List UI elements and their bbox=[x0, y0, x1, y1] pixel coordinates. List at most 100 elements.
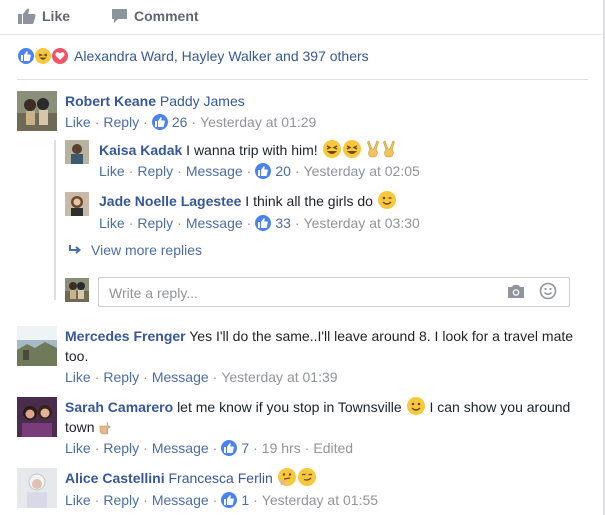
dot-separator: · bbox=[253, 492, 258, 508]
like-link[interactable]: Like bbox=[99, 163, 125, 179]
timestamp[interactable]: Yesterday at 02:05 bbox=[304, 163, 420, 179]
post-action-bar: Like Comment bbox=[0, 0, 605, 35]
dot-separator: · bbox=[294, 215, 300, 231]
like-action-label: Like bbox=[42, 8, 71, 24]
like-link[interactable]: Like bbox=[65, 492, 91, 508]
like-link[interactable]: Like bbox=[65, 440, 91, 456]
tagged-name[interactable]: Paddy James bbox=[160, 93, 245, 109]
view-more-replies-label: View more replies bbox=[91, 242, 203, 258]
timestamp[interactable]: 19 hrs bbox=[262, 440, 301, 456]
reply-link[interactable]: Reply bbox=[103, 440, 139, 456]
message-link[interactable]: Message bbox=[152, 369, 209, 385]
smiling-emoji-icon bbox=[406, 397, 425, 415]
dot-separator: · bbox=[177, 163, 182, 179]
comment-author[interactable]: Mercedes Frenger bbox=[65, 328, 186, 344]
dot-separator: · bbox=[94, 114, 100, 130]
message-link[interactable]: Message bbox=[152, 492, 209, 508]
avatar[interactable] bbox=[17, 91, 57, 131]
divider bbox=[17, 79, 588, 80]
comment-bubble-icon bbox=[112, 9, 127, 23]
comment-meta: Like · Reply · Message · 20 · Yesterday … bbox=[99, 163, 420, 179]
comment-text-line: Kaisa Kadak I wanna trip with him! bbox=[99, 140, 397, 163]
edited-label[interactable]: Edited bbox=[313, 440, 353, 456]
like-count-value: 7 bbox=[241, 440, 250, 456]
avatar[interactable] bbox=[17, 397, 57, 437]
reply-arrow-icon bbox=[69, 245, 82, 254]
reply-composer bbox=[98, 277, 570, 307]
timestamp[interactable]: Yesterday at 03:30 bbox=[304, 215, 420, 231]
laughing-emoji-icon bbox=[342, 140, 361, 158]
like-count-value: 1 bbox=[241, 492, 250, 508]
tagged-name[interactable]: Francesca Ferlin bbox=[168, 470, 272, 486]
avatar[interactable] bbox=[65, 140, 89, 164]
reply-link[interactable]: Reply bbox=[103, 369, 139, 385]
timestamp[interactable]: Yesterday at 01:55 bbox=[262, 492, 378, 508]
winking-emoji-icon bbox=[377, 191, 396, 209]
laughing-emoji-icon bbox=[322, 140, 341, 158]
dot-separator: · bbox=[128, 163, 134, 179]
like-count-value: 33 bbox=[275, 215, 291, 231]
avatar[interactable] bbox=[17, 326, 57, 366]
reply-link[interactable]: Reply bbox=[103, 492, 139, 508]
like-badge-icon bbox=[151, 114, 168, 130]
avatar[interactable] bbox=[17, 468, 57, 508]
comment-text: I think all the girls do bbox=[245, 193, 373, 209]
message-link[interactable]: Message bbox=[186, 215, 243, 231]
reactions-names-link[interactable]: Alexandra Ward, Hayley Walker and 397 ot… bbox=[74, 48, 369, 64]
dot-separator: · bbox=[212, 440, 218, 456]
like-badge-icon bbox=[255, 215, 272, 231]
view-more-replies-link[interactable]: View more replies bbox=[68, 242, 202, 258]
comment-text-line: Robert Keane Paddy James bbox=[65, 91, 245, 111]
comment-author[interactable]: Sarah Camarero bbox=[65, 399, 173, 415]
like-badge-icon bbox=[221, 440, 238, 456]
like-badge-icon bbox=[255, 163, 272, 179]
pointing-hand-icon bbox=[99, 419, 117, 440]
message-link[interactable]: Message bbox=[186, 163, 243, 179]
victory-hand-icon bbox=[382, 140, 396, 163]
dot-separator: · bbox=[304, 440, 310, 456]
camera-icon[interactable] bbox=[507, 283, 525, 302]
like-count-value: 20 bbox=[275, 163, 291, 179]
comment-meta: Like · Reply · Message · 33 · Yesterday … bbox=[99, 215, 420, 231]
timestamp[interactable]: Yesterday at 01:29 bbox=[200, 114, 316, 130]
comment-text-line: Jade Noelle Lagestee I think all the gir… bbox=[99, 191, 397, 211]
comment-action-label: Comment bbox=[134, 8, 199, 24]
like-count-value: 26 bbox=[171, 114, 188, 130]
comment-author[interactable]: Jade Noelle Lagestee bbox=[99, 193, 241, 209]
like-count[interactable]: 20 bbox=[255, 163, 291, 179]
emoji-picker-icon[interactable] bbox=[539, 282, 557, 303]
thinking-emoji-icon bbox=[277, 468, 296, 486]
dot-separator: · bbox=[143, 492, 148, 508]
like-count[interactable]: 7 bbox=[221, 440, 249, 456]
dot-separator: · bbox=[143, 369, 148, 385]
comment-author[interactable]: Robert Keane bbox=[65, 93, 156, 109]
like-reaction-icon bbox=[17, 47, 35, 65]
like-link[interactable]: Like bbox=[65, 369, 91, 385]
timestamp[interactable]: Yesterday at 01:39 bbox=[221, 369, 337, 385]
comment-author[interactable]: Alice Castellini bbox=[65, 470, 165, 486]
like-count[interactable]: 1 bbox=[221, 492, 249, 508]
like-count[interactable]: 26 bbox=[151, 114, 188, 130]
like-link[interactable]: Like bbox=[65, 114, 91, 130]
reply-link[interactable]: Reply bbox=[103, 114, 139, 130]
comment-meta: Like · Reply · Message · 1 · Yesterday a… bbox=[65, 492, 378, 508]
comment-author[interactable]: Kaisa Kadak bbox=[99, 142, 182, 158]
reply-thread-line bbox=[54, 140, 56, 300]
comment-text: let me know if you stop in Townsville bbox=[177, 399, 402, 415]
reply-input[interactable] bbox=[107, 282, 491, 304]
reply-link[interactable]: Reply bbox=[137, 163, 173, 179]
comment-meta: Like · Reply · Message · 7 · 19 hrs · Ed… bbox=[65, 440, 353, 456]
current-user-avatar bbox=[65, 278, 89, 302]
dot-separator: · bbox=[212, 492, 218, 508]
comment-action-button[interactable]: Comment bbox=[111, 8, 199, 24]
like-count[interactable]: 33 bbox=[255, 215, 291, 231]
victory-hand-icon bbox=[366, 140, 380, 163]
like-action-button[interactable]: Like bbox=[18, 8, 70, 24]
dot-separator: · bbox=[143, 440, 148, 456]
reply-link[interactable]: Reply bbox=[137, 215, 173, 231]
reactions-summary[interactable]: Alexandra Ward, Hayley Walker and 397 ot… bbox=[17, 47, 369, 65]
love-reaction-icon bbox=[51, 47, 69, 65]
avatar[interactable] bbox=[65, 192, 89, 216]
message-link[interactable]: Message bbox=[152, 440, 209, 456]
like-link[interactable]: Like bbox=[99, 215, 125, 231]
